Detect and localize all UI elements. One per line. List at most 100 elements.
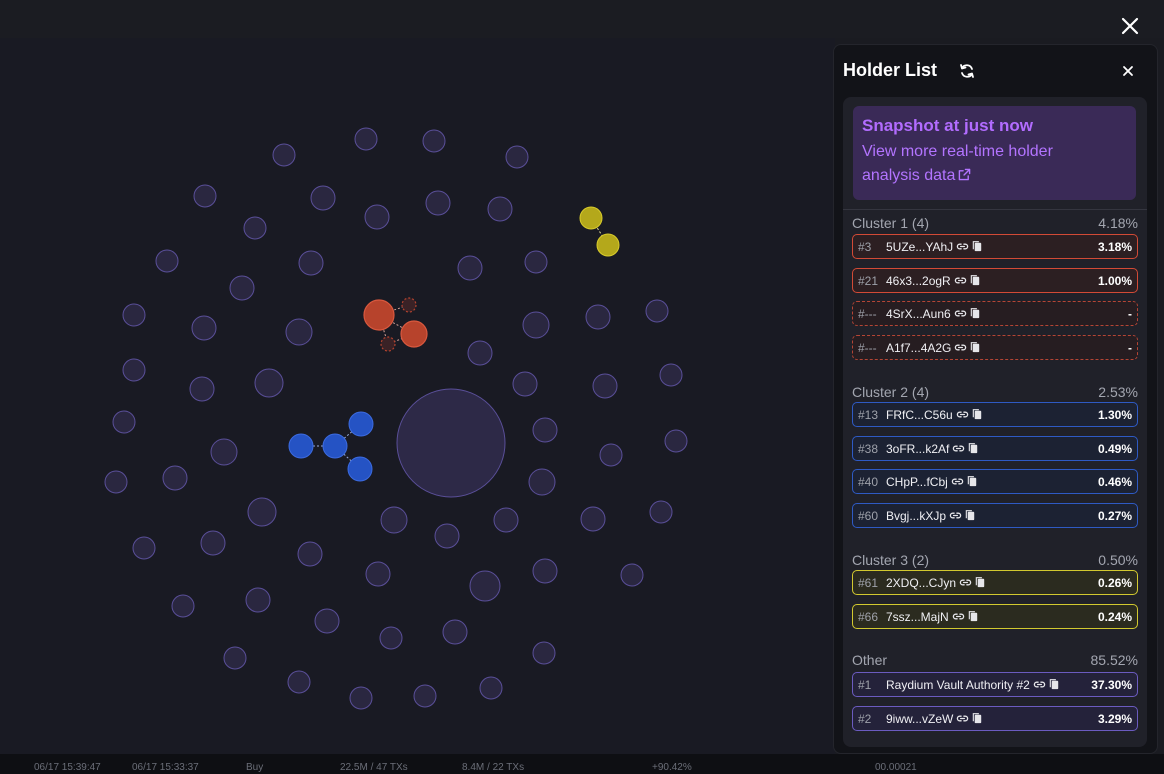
bubble-cluster-2[interactable] bbox=[348, 411, 374, 437]
bubble-holder[interactable] bbox=[132, 536, 156, 560]
bubble-holder[interactable] bbox=[189, 376, 215, 402]
copy-icon[interactable] bbox=[971, 712, 984, 725]
bubble-cluster-2[interactable] bbox=[288, 433, 314, 459]
bubble-holder[interactable] bbox=[505, 145, 529, 169]
bubble-cluster-3[interactable] bbox=[596, 233, 620, 257]
bubble-holder[interactable] bbox=[620, 563, 644, 587]
bubble-holder[interactable] bbox=[434, 523, 460, 549]
holder-row[interactable]: #1 Raydium Vault Authority #2 37.30% bbox=[852, 672, 1138, 697]
holder-address[interactable]: Raydium Vault Authority #2 bbox=[886, 678, 1063, 694]
bubble-cluster-1[interactable] bbox=[380, 336, 396, 352]
bubble-holder[interactable] bbox=[532, 417, 558, 443]
copy-icon[interactable] bbox=[964, 509, 977, 522]
bubble-holder[interactable] bbox=[247, 497, 277, 527]
bubble-holder[interactable] bbox=[287, 670, 311, 694]
bubble-holder[interactable] bbox=[413, 684, 437, 708]
holder-address[interactable]: 9iww...vZeW bbox=[886, 712, 986, 728]
bubble-map[interactable] bbox=[0, 0, 835, 774]
bubble-holder[interactable] bbox=[298, 250, 324, 276]
bubble-holder[interactable] bbox=[512, 371, 538, 397]
bubble-holder[interactable] bbox=[122, 303, 146, 327]
copy-icon[interactable] bbox=[971, 408, 984, 421]
bubble-cluster-3[interactable] bbox=[579, 206, 603, 230]
bubble-holder[interactable] bbox=[155, 249, 179, 273]
bubble-holder[interactable] bbox=[245, 587, 271, 613]
holder-address[interactable]: 3oFR...k2Af bbox=[886, 442, 982, 458]
link-icon[interactable] bbox=[956, 240, 969, 253]
bubble-holder[interactable] bbox=[243, 216, 267, 240]
bubble-holder[interactable] bbox=[585, 304, 611, 330]
link-icon[interactable] bbox=[949, 509, 962, 522]
bubble-cluster-2[interactable] bbox=[347, 456, 373, 482]
copy-icon[interactable] bbox=[969, 307, 982, 320]
holder-row[interactable]: #60 Bvgj...kXJp 0.27% bbox=[852, 503, 1138, 528]
bubble-holder[interactable] bbox=[193, 184, 217, 208]
link-icon[interactable] bbox=[1033, 678, 1046, 691]
bubble-holder[interactable] bbox=[191, 315, 217, 341]
bubble-holder[interactable] bbox=[425, 190, 451, 216]
holder-address[interactable]: CHpP...fCbj bbox=[886, 475, 981, 491]
link-icon[interactable] bbox=[954, 307, 967, 320]
holder-row[interactable]: #40 CHpP...fCbj 0.46% bbox=[852, 469, 1138, 494]
snapshot-link[interactable]: View more real-time holder analysis data bbox=[862, 140, 1112, 188]
snapshot-banner[interactable]: Snapshot at just now View more real-time… bbox=[853, 106, 1136, 200]
bubble-cluster-1[interactable] bbox=[363, 299, 395, 331]
refresh-icon[interactable] bbox=[958, 62, 976, 80]
bubble-cluster-1[interactable] bbox=[400, 320, 428, 348]
bubble-holder[interactable] bbox=[297, 541, 323, 567]
holder-address[interactable]: 7ssz...MajN bbox=[886, 610, 982, 626]
bubble-cluster-1[interactable] bbox=[401, 297, 417, 313]
bubble-holder[interactable] bbox=[469, 570, 501, 602]
holder-address[interactable]: 5UZe...YAhJ bbox=[886, 240, 986, 256]
close-icon[interactable] bbox=[1118, 61, 1138, 81]
bubble-holder[interactable] bbox=[364, 204, 390, 230]
bubble-holder[interactable] bbox=[599, 443, 623, 467]
bubble-holder[interactable] bbox=[457, 255, 483, 281]
link-icon[interactable] bbox=[954, 341, 967, 354]
copy-icon[interactable] bbox=[1048, 678, 1061, 691]
bubble-holder[interactable] bbox=[479, 676, 503, 700]
copy-icon[interactable] bbox=[969, 274, 982, 287]
link-icon[interactable] bbox=[952, 442, 965, 455]
bubble-holder[interactable] bbox=[104, 470, 128, 494]
bubble-holder[interactable] bbox=[254, 368, 284, 398]
holder-row[interactable]: #66 7ssz...MajN 0.24% bbox=[852, 604, 1138, 629]
holder-row[interactable]: #2 9iww...vZeW 3.29% bbox=[852, 706, 1138, 731]
bubble-holder[interactable] bbox=[285, 318, 313, 346]
holder-address[interactable]: Bvgj...kXJp bbox=[886, 509, 979, 525]
link-icon[interactable] bbox=[956, 408, 969, 421]
holder-row[interactable]: #3 5UZe...YAhJ 3.18% bbox=[852, 234, 1138, 259]
bubble-holder[interactable] bbox=[365, 561, 391, 587]
bubble-holder[interactable] bbox=[314, 608, 340, 634]
bubble-holder[interactable] bbox=[524, 250, 548, 274]
holder-row[interactable]: #61 2XDQ...CJyn 0.26% bbox=[852, 570, 1138, 595]
bubble-holder[interactable] bbox=[422, 129, 446, 153]
bubble-holder[interactable] bbox=[493, 507, 519, 533]
bubble-holder[interactable] bbox=[580, 506, 606, 532]
bubble-holder[interactable] bbox=[210, 438, 238, 466]
bubble-holder[interactable] bbox=[349, 686, 373, 710]
bubble-holder[interactable] bbox=[592, 373, 618, 399]
modal-close-icon[interactable] bbox=[1114, 10, 1146, 42]
bubble-holder[interactable] bbox=[467, 340, 493, 366]
bubble-cluster-2[interactable] bbox=[322, 433, 348, 459]
bubble-holder[interactable] bbox=[112, 410, 136, 434]
bubble-holder[interactable] bbox=[354, 127, 378, 151]
holder-address[interactable]: 2XDQ...CJyn bbox=[886, 576, 989, 592]
bubble-holder[interactable] bbox=[528, 468, 556, 496]
holder-row[interactable]: #38 3oFR...k2Af 0.49% bbox=[852, 436, 1138, 461]
copy-icon[interactable] bbox=[974, 576, 987, 589]
link-icon[interactable] bbox=[959, 576, 972, 589]
bubble-holder[interactable] bbox=[122, 358, 146, 382]
copy-icon[interactable] bbox=[967, 442, 980, 455]
bubble-holder[interactable] bbox=[659, 363, 683, 387]
bubble-holder[interactable] bbox=[664, 429, 688, 453]
bubble-holder[interactable] bbox=[380, 506, 408, 534]
bubble-holder[interactable] bbox=[310, 185, 336, 211]
bubble-holder[interactable] bbox=[200, 530, 226, 556]
bubble-holder[interactable] bbox=[229, 275, 255, 301]
holder-address[interactable]: 46x3...2ogR bbox=[886, 274, 984, 290]
bubble-holder[interactable] bbox=[442, 619, 468, 645]
holder-row[interactable]: #21 46x3...2ogR 1.00% bbox=[852, 268, 1138, 293]
link-icon[interactable] bbox=[956, 712, 969, 725]
